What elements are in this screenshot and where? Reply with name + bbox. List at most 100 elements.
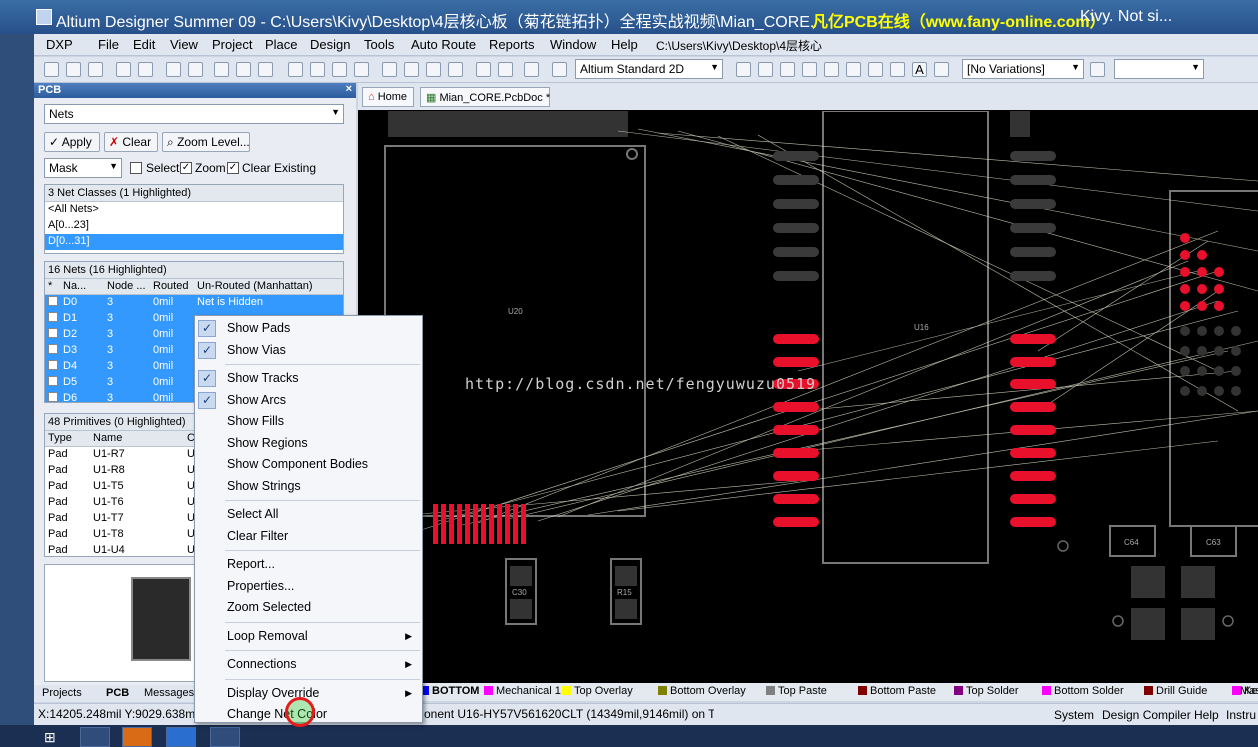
zoom-filtered-icon[interactable]: [236, 62, 251, 77]
layer-tab-7[interactable]: Top Solder: [954, 685, 1019, 699]
tab-messages[interactable]: Messages: [144, 687, 194, 699]
zoom-level-button[interactable]: ⌕ Zoom Level...: [162, 132, 250, 152]
redo-icon[interactable]: [498, 62, 513, 77]
menu-window[interactable]: Window: [550, 37, 596, 52]
table-row[interactable]: Pad U1-T5 U: [45, 479, 195, 495]
paste-icon[interactable]: [332, 62, 347, 77]
rubber-stamp-icon[interactable]: [354, 62, 369, 77]
interactive-route-icon[interactable]: [780, 62, 795, 77]
menu-place[interactable]: Place: [265, 37, 298, 52]
menu-item-show-strings[interactable]: Show Strings: [195, 476, 422, 497]
undo-icon[interactable]: [476, 62, 491, 77]
tab-pcbdoc[interactable]: ▦ Mian_CORE.PcbDoc *: [420, 87, 550, 107]
print-icon[interactable]: [116, 62, 131, 77]
layer-tab-1[interactable]: BOTTOM: [420, 685, 479, 699]
menu-dxp[interactable]: DXP: [46, 37, 73, 52]
menu-item-select-all[interactable]: Select All: [195, 504, 422, 525]
layer-stack-icon[interactable]: [166, 62, 181, 77]
pencil-icon[interactable]: [524, 62, 539, 77]
save-icon[interactable]: [88, 62, 103, 77]
array-icon[interactable]: [934, 62, 949, 77]
design-compiler-button[interactable]: Design Compiler: [1102, 708, 1191, 722]
empty-combo[interactable]: ▼: [1114, 59, 1204, 79]
menu-item-zoom-selected[interactable]: Zoom Selected: [195, 597, 422, 618]
menu-view[interactable]: View: [170, 37, 198, 52]
tab-pcb[interactable]: PCB: [106, 687, 129, 699]
column-header[interactable]: Routed: [153, 280, 188, 292]
route-icon[interactable]: [736, 62, 751, 77]
list-item[interactable]: <All Nets>: [45, 202, 343, 218]
menu-item-show-arcs[interactable]: ✓ Show Arcs: [195, 390, 422, 411]
word-task-icon[interactable]: [166, 727, 196, 747]
windows-start-icon[interactable]: ⊞: [44, 729, 56, 746]
table-row[interactable]: Pad U1-T7 U: [45, 511, 195, 527]
column-header[interactable]: *: [48, 280, 52, 292]
apply-button[interactable]: ✓ Apply: [44, 132, 100, 152]
row-checkbox[interactable]: [48, 312, 58, 325]
table-row[interactable]: Pad U1-T8 U: [45, 527, 195, 543]
view-config-combo[interactable]: Altium Standard 2D ▼: [575, 59, 723, 79]
column-header[interactable]: Name: [93, 432, 122, 444]
column-header[interactable]: Node ...: [107, 280, 146, 292]
menu-item-show-tracks[interactable]: ✓ Show Tracks: [195, 368, 422, 389]
clear-icon[interactable]: [448, 62, 463, 77]
layer-tab-4[interactable]: Bottom Overlay: [658, 685, 746, 699]
tab-home[interactable]: ⌂ Home: [362, 87, 414, 107]
menu-item-connections[interactable]: Connections ▶: [195, 654, 422, 675]
open-icon[interactable]: [66, 62, 81, 77]
pad-icon[interactable]: [802, 62, 817, 77]
via-icon[interactable]: [824, 62, 839, 77]
board-preview[interactable]: [44, 564, 196, 682]
menu-edit[interactable]: Edit: [133, 37, 155, 52]
table-row[interactable]: Pad U1-R8 U: [45, 463, 195, 479]
layer-tab-5[interactable]: Top Paste: [766, 685, 827, 699]
row-checkbox[interactable]: [48, 344, 58, 357]
list-item[interactable]: D[0...31]: [45, 234, 343, 250]
menu-item-properties[interactable]: Properties...: [195, 576, 422, 597]
deselect-icon[interactable]: [426, 62, 441, 77]
move-icon[interactable]: [404, 62, 419, 77]
help-button[interactable]: Help: [1194, 708, 1219, 722]
menu-file[interactable]: File: [98, 37, 119, 52]
zoom-area-icon[interactable]: [188, 62, 203, 77]
pcb-canvas[interactable]: http://blog.csdn.net/fengyuwuzu0519 U20 …: [358, 110, 1258, 683]
table-row[interactable]: D0 3 0mil Net is Hidden: [45, 295, 343, 311]
table-row[interactable]: Pad U1-U4 U: [45, 543, 195, 556]
row-checkbox[interactable]: [48, 328, 58, 341]
menu-auto-route[interactable]: Auto Route: [411, 37, 476, 52]
zoom-selected-icon[interactable]: [214, 62, 229, 77]
menu-item-loop-removal[interactable]: Loop Removal ▶: [195, 626, 422, 647]
menu-item-show-component-bodies[interactable]: Show Component Bodies: [195, 454, 422, 475]
clear-button[interactable]: ✗ Clear: [104, 132, 158, 152]
firefox-task-icon[interactable]: [122, 727, 152, 747]
layer-tab-6[interactable]: Bottom Paste: [858, 685, 936, 699]
path-combo[interactable]: C:\Users\Kivy\Desktop\4层核心: [654, 36, 844, 54]
explorer-task-icon[interactable]: [80, 727, 110, 747]
menu-project[interactable]: Project: [212, 37, 252, 52]
select-checkbox[interactable]: [130, 162, 142, 174]
menu-tools[interactable]: Tools: [364, 37, 394, 52]
menu-item-show-pads[interactable]: ✓ Show Pads: [195, 318, 422, 339]
diff-pair-icon[interactable]: [758, 62, 773, 77]
close-icon[interactable]: ×: [346, 83, 352, 95]
new-icon[interactable]: [44, 62, 59, 77]
row-checkbox[interactable]: [48, 392, 58, 402]
system-button[interactable]: System: [1054, 708, 1094, 722]
layer-tab-3[interactable]: Top Overlay: [562, 685, 633, 699]
panel-mode-combo[interactable]: Nets ▼: [44, 104, 344, 124]
print-preview-icon[interactable]: [138, 62, 153, 77]
arc-icon[interactable]: [846, 62, 861, 77]
zoom-fit-icon[interactable]: [258, 62, 273, 77]
clear-existing-checkbox[interactable]: ✓: [227, 162, 239, 174]
mask-combo[interactable]: Mask ▼: [44, 158, 122, 178]
tab-projects[interactable]: Projects: [42, 687, 82, 699]
variant-icon[interactable]: [1090, 62, 1105, 77]
copy-icon[interactable]: [310, 62, 325, 77]
column-header[interactable]: Na...: [63, 280, 86, 292]
cut-icon[interactable]: [288, 62, 303, 77]
layer-tab-8[interactable]: Bottom Solder: [1042, 685, 1124, 699]
string-icon[interactable]: A: [912, 62, 927, 77]
menu-design[interactable]: Design: [310, 37, 350, 52]
menu-item-show-vias[interactable]: ✓ Show Vias: [195, 340, 422, 361]
menu-item-report[interactable]: Report...: [195, 554, 422, 575]
